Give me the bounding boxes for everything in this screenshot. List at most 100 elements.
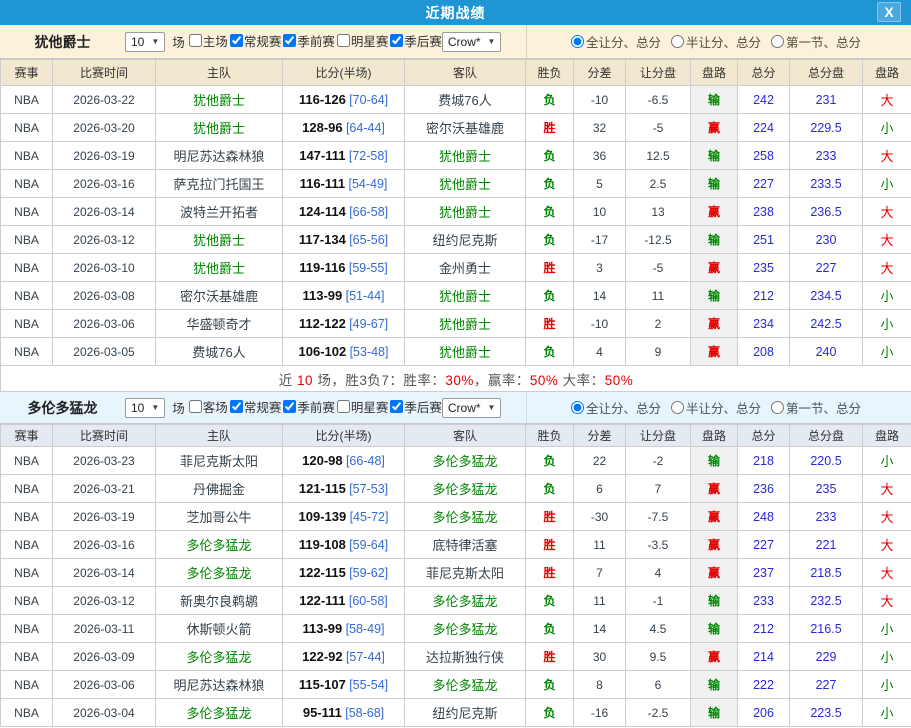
filter-checkbox-季前赛: 季前赛 bbox=[281, 397, 335, 416]
table-row: NBA2026-03-14波特兰开拓者124-114 [66-58]犹他爵士负1… bbox=[1, 198, 911, 226]
win-loss-cell: 胜 bbox=[526, 643, 574, 671]
total-line-cell: 221 bbox=[790, 531, 863, 559]
filter-checkbox-主场: 主场 bbox=[187, 31, 228, 50]
away-team-cell: 多伦多猛龙 bbox=[405, 475, 526, 503]
filter-checkbox-常规赛: 常规赛 bbox=[228, 397, 282, 416]
point-diff-cell: 10 bbox=[574, 198, 626, 226]
mode-radio-group: 全让分、总分半让分、总分第一节、总分 bbox=[569, 398, 869, 417]
league-cell: NBA bbox=[1, 559, 53, 587]
total-line-cell: 240 bbox=[790, 338, 863, 366]
checkbox-主场[interactable] bbox=[189, 34, 202, 47]
league-cell: NBA bbox=[1, 254, 53, 282]
column-header: 客队 bbox=[405, 60, 526, 86]
handicap-result-cell: 输 bbox=[691, 587, 738, 615]
filter-checkbox-季前赛: 季前赛 bbox=[281, 31, 335, 50]
summary-segment: 大率： bbox=[558, 373, 604, 388]
total-points-cell: 206 bbox=[738, 699, 790, 727]
total-line-cell: 231 bbox=[790, 86, 863, 114]
filter-checkbox-季后赛: 季后赛 bbox=[388, 31, 442, 50]
point-diff-cell: -17 bbox=[574, 226, 626, 254]
league-cell: NBA bbox=[1, 615, 53, 643]
handicap-line-cell: 4 bbox=[626, 559, 691, 587]
table-row: NBA2026-03-11休斯顿火箭113-99 [58-49]多伦多猛龙负14… bbox=[1, 615, 911, 643]
point-diff-cell: -16 bbox=[574, 699, 626, 727]
checkbox-季前赛[interactable] bbox=[283, 34, 296, 47]
home-team-cell: 犹他爵士 bbox=[156, 254, 283, 282]
home-team-cell: 费城76人 bbox=[156, 338, 283, 366]
checkbox-常规赛[interactable] bbox=[230, 34, 243, 47]
games-count-select[interactable]: 10 ▼ bbox=[125, 32, 165, 52]
filter-bar: 多伦多猛龙 10 ▼ 场 客场常规赛季前赛明星赛季后赛 Crow* ▼ 全让分、… bbox=[0, 392, 911, 424]
total-line-cell: 218.5 bbox=[790, 559, 863, 587]
games-count-select[interactable]: 10 ▼ bbox=[125, 398, 165, 418]
fulltime-score: 119-108 bbox=[299, 537, 346, 552]
away-team-cell: 犹他爵士 bbox=[405, 170, 526, 198]
checkbox-明星赛[interactable] bbox=[337, 400, 350, 413]
filter-checkbox-group: 主场常规赛季前赛明星赛季后赛 bbox=[187, 31, 442, 52]
checkbox-label: 季前赛 bbox=[297, 397, 335, 416]
checkbox-季后赛[interactable] bbox=[390, 34, 403, 47]
over-under-cell: 小 bbox=[863, 310, 911, 338]
win-loss-cell: 胜 bbox=[526, 254, 574, 282]
league-cell: NBA bbox=[1, 170, 53, 198]
date-cell: 2026-03-05 bbox=[53, 338, 156, 366]
fulltime-score: 109-139 bbox=[299, 509, 347, 524]
league-select[interactable]: Crow* ▼ bbox=[442, 32, 502, 52]
radio-第一节、总分[interactable] bbox=[771, 401, 784, 414]
score-cell: 147-111 [72-58] bbox=[283, 142, 405, 170]
team-section-utah-jazz: 犹他爵士 10 ▼ 场 主场常规赛季前赛明星赛季后赛 Crow* ▼ 全让分、总… bbox=[0, 25, 911, 392]
handicap-line-cell: -12.5 bbox=[626, 226, 691, 254]
home-team-cell: 密尔沃基雄鹿 bbox=[156, 282, 283, 310]
fulltime-score: 95-111 bbox=[303, 705, 342, 720]
games-suffix-label: 场 bbox=[172, 32, 185, 51]
column-header: 让分盘 bbox=[626, 60, 691, 86]
handicap-line-cell: 2.5 bbox=[626, 170, 691, 198]
over-under-cell: 大 bbox=[863, 587, 911, 615]
handicap-line-cell: -5 bbox=[626, 114, 691, 142]
total-points-cell: 227 bbox=[738, 170, 790, 198]
league-cell: NBA bbox=[1, 503, 53, 531]
point-diff-cell: -10 bbox=[574, 86, 626, 114]
checkbox-label: 季后赛 bbox=[404, 31, 442, 50]
score-cell: 122-111 [60-58] bbox=[283, 587, 405, 615]
total-line-cell: 235 bbox=[790, 475, 863, 503]
fulltime-score: 128-96 bbox=[302, 120, 342, 135]
checkbox-客场[interactable] bbox=[189, 400, 202, 413]
radio-全让分、总分[interactable] bbox=[571, 35, 584, 48]
over-under-cell: 小 bbox=[863, 170, 911, 198]
away-team-cell: 密尔沃基雄鹿 bbox=[405, 114, 526, 142]
halftime-score: [49-67] bbox=[349, 317, 388, 331]
checkbox-季前赛[interactable] bbox=[283, 400, 296, 413]
radio-全让分、总分[interactable] bbox=[571, 401, 584, 414]
date-cell: 2026-03-06 bbox=[53, 310, 156, 338]
summary-text: 近 10 场，胜3负7：胜率：30%，赢率：50% 大率：50% bbox=[1, 366, 911, 392]
total-line-cell: 233.5 bbox=[790, 170, 863, 198]
halftime-score: [51-44] bbox=[346, 289, 385, 303]
point-diff-cell: 11 bbox=[574, 587, 626, 615]
checkbox-季后赛[interactable] bbox=[390, 400, 403, 413]
checkbox-明星赛[interactable] bbox=[337, 34, 350, 47]
score-cell: 119-108 [59-64] bbox=[283, 531, 405, 559]
fulltime-score: 112-122 bbox=[299, 316, 346, 331]
filter-checkbox-季后赛: 季后赛 bbox=[388, 397, 442, 416]
checkbox-常规赛[interactable] bbox=[230, 400, 243, 413]
halftime-score: [57-44] bbox=[346, 650, 385, 664]
total-line-cell: 233 bbox=[790, 142, 863, 170]
table-row: NBA2026-03-20犹他爵士128-96 [64-44]密尔沃基雄鹿胜32… bbox=[1, 114, 911, 142]
filter-checkbox-客场: 客场 bbox=[187, 397, 228, 416]
column-header: 让分盘 bbox=[626, 425, 691, 447]
date-cell: 2026-03-12 bbox=[53, 226, 156, 254]
radio-半让分、总分[interactable] bbox=[671, 401, 684, 414]
fulltime-score: 117-134 bbox=[299, 232, 346, 247]
handicap-result-cell: 输 bbox=[691, 142, 738, 170]
win-loss-cell: 负 bbox=[526, 170, 574, 198]
radio-第一节、总分[interactable] bbox=[771, 35, 784, 48]
halftime-score: [64-44] bbox=[346, 121, 385, 135]
score-cell: 113-99 [58-49] bbox=[283, 615, 405, 643]
handicap-result-cell: 赢 bbox=[691, 503, 738, 531]
radio-半让分、总分[interactable] bbox=[671, 35, 684, 48]
score-cell: 117-134 [65-56] bbox=[283, 226, 405, 254]
league-select[interactable]: Crow* ▼ bbox=[442, 398, 502, 418]
fulltime-score: 113-99 bbox=[302, 288, 342, 303]
close-button[interactable]: X bbox=[877, 2, 901, 22]
